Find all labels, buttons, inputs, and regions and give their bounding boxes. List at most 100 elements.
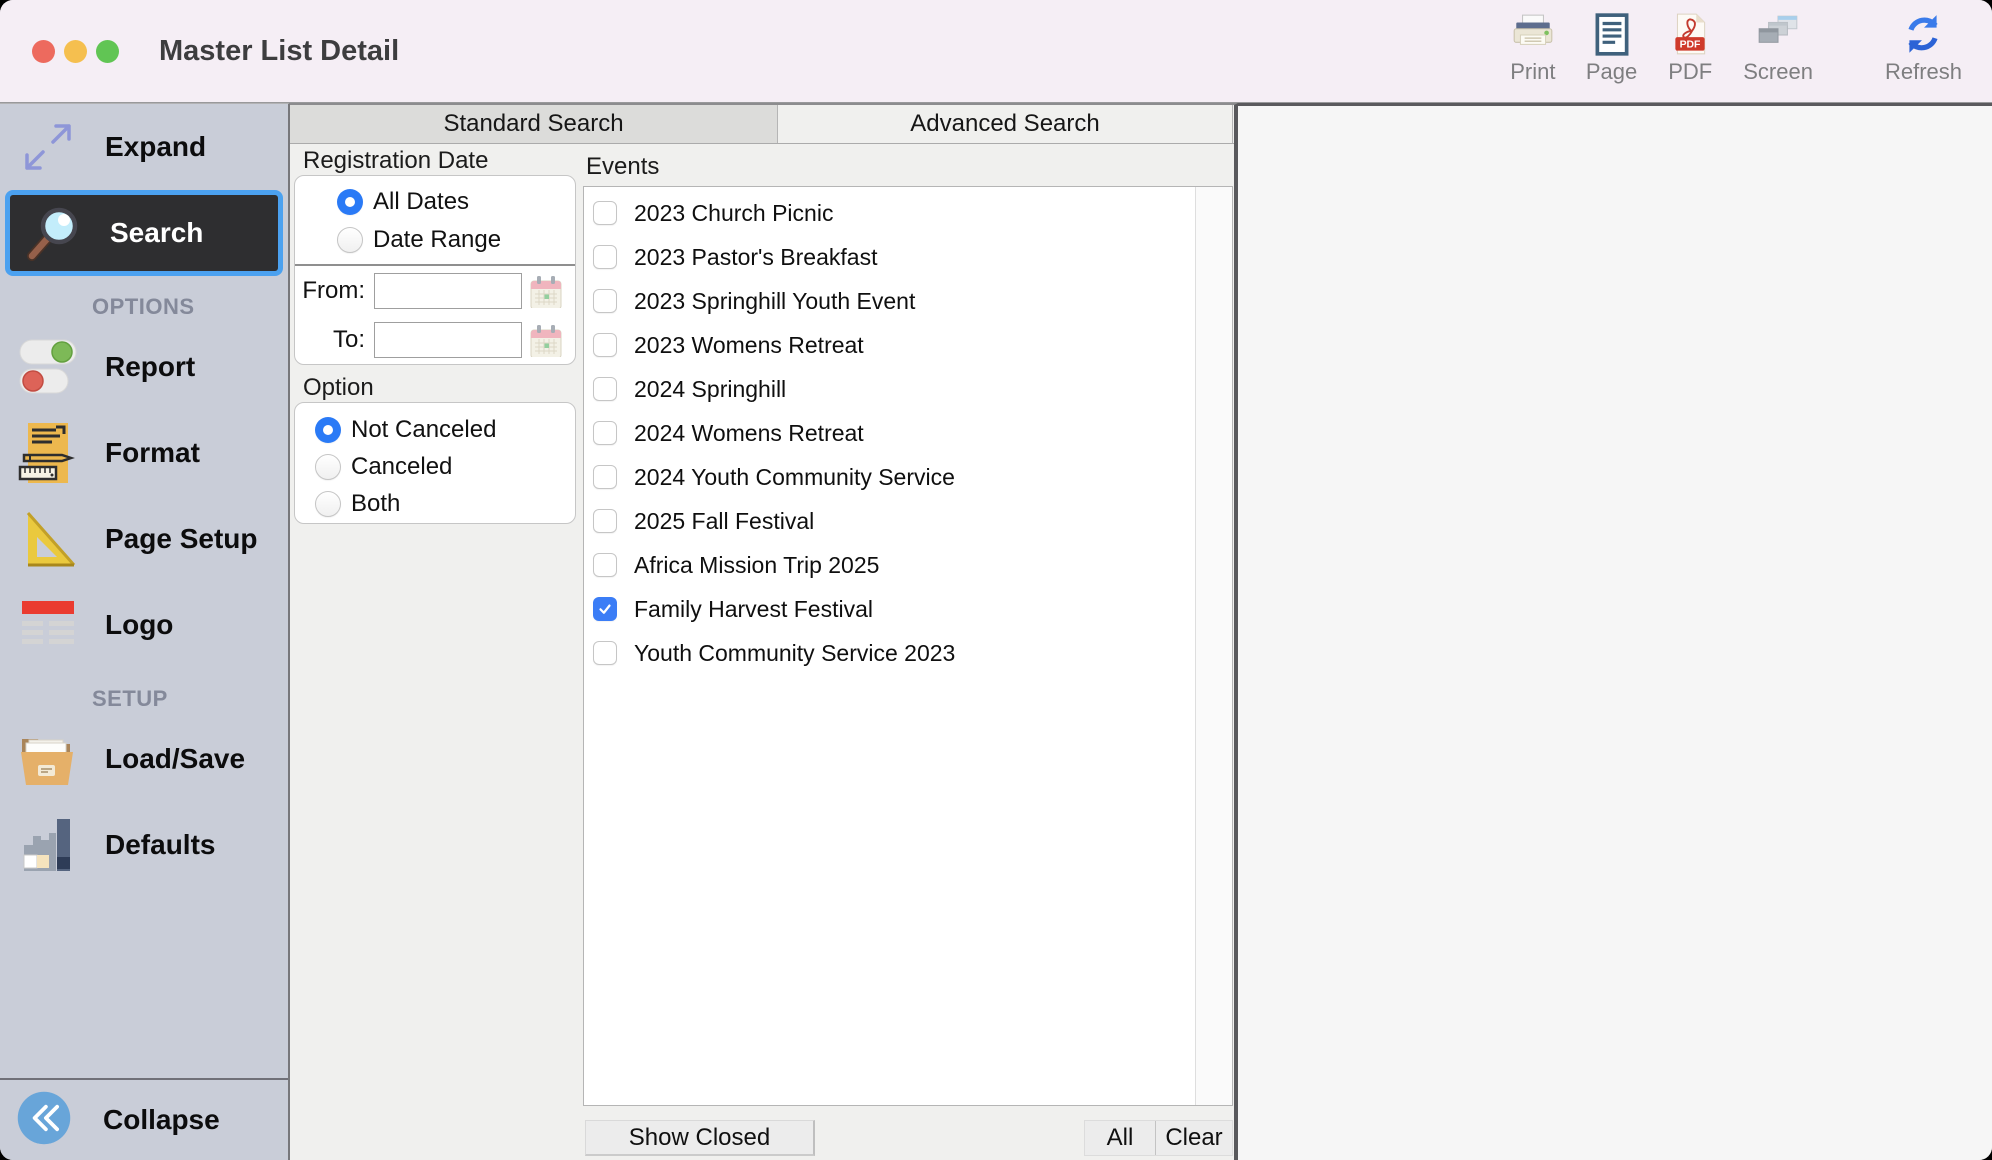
event-label: 2023 Womens Retreat [634, 332, 864, 359]
checkbox-2023-pastor-s-breakfast[interactable] [593, 245, 617, 269]
pdf-icon: PDF [1667, 12, 1713, 58]
event-label: 2024 Springhill [634, 376, 786, 403]
results-panel [1238, 103, 1992, 1160]
checkbox-2024-youth-community-service[interactable] [593, 465, 617, 489]
window-title: Master List Detail [159, 35, 399, 68]
tab-advanced-search[interactable]: Advanced Search [778, 105, 1233, 143]
checkbox-2023-springhill-youth-event[interactable] [593, 289, 617, 313]
radio-label: Canceled [351, 453, 452, 481]
event-row-2024-youth-community-service[interactable]: 2024 Youth Community Service [584, 455, 1232, 499]
titlebar: Master List Detail Print Page PDF PDF Sc… [0, 0, 1992, 103]
checkbox-family-harvest-festival[interactable] [593, 597, 617, 621]
registration-date-group: All Dates Date Range From: To: [294, 175, 576, 365]
radio-row-date-range[interactable]: Date Range [295, 221, 575, 259]
event-row-2023-pastor-s-breakfast[interactable]: 2023 Pastor's Breakfast [584, 235, 1232, 279]
sidebar-item-label: Load/Save [105, 743, 245, 775]
checkbox-2025-fall-festival[interactable] [593, 509, 617, 533]
sidebar-item-logo[interactable]: Logo [0, 582, 288, 668]
checkbox-africa-mission-trip-2025[interactable] [593, 553, 617, 577]
events-scrollbar[interactable] [1195, 187, 1232, 1105]
search-panel: Standard Search Advanced Search Registra… [290, 103, 1238, 1160]
window-zoom-button[interactable] [96, 40, 119, 63]
toolbar-button-screen[interactable]: Screen [1743, 12, 1813, 85]
sidebar-section-options: OPTIONS [0, 276, 288, 324]
event-row-africa-mission-trip-2025[interactable]: Africa Mission Trip 2025 [584, 543, 1232, 587]
event-row-2023-womens-retreat[interactable]: 2023 Womens Retreat [584, 323, 1232, 367]
sidebar-item-page-setup[interactable]: Page Setup [0, 496, 288, 582]
event-row-youth-community-service-2023[interactable]: Youth Community Service 2023 [584, 631, 1232, 675]
sidebar-item-search[interactable]: Search [5, 190, 283, 276]
from-date-input[interactable] [374, 273, 522, 309]
from-date-row: From: [295, 266, 575, 315]
from-label: From: [301, 277, 365, 305]
toolbar-button-page[interactable]: Page [1586, 12, 1637, 85]
option-radios: Not Canceled Canceled Both [295, 411, 575, 522]
window-close-button[interactable] [32, 40, 55, 63]
toolbar-button-print[interactable]: Print [1510, 12, 1556, 85]
checkbox-2023-womens-retreat[interactable] [593, 333, 617, 357]
events-actions: Show Closed All Clear [583, 1120, 1233, 1156]
checkbox-2024-womens-retreat[interactable] [593, 421, 617, 445]
radio-all-dates[interactable] [337, 189, 363, 215]
checkbox-2024-springhill[interactable] [593, 377, 617, 401]
event-row-2024-springhill[interactable]: 2024 Springhill [584, 367, 1232, 411]
sidebar-item-defaults[interactable]: Defaults [0, 802, 288, 888]
radio-not-canceled[interactable] [315, 417, 341, 443]
defaults-icon [16, 813, 80, 877]
sidebar-item-load-save[interactable]: Load/Save [0, 716, 288, 802]
window-minimize-button[interactable] [64, 40, 87, 63]
screen-icon [1755, 12, 1801, 58]
sidebar-item-report[interactable]: Report [0, 324, 288, 410]
sidebar-item-collapse[interactable]: Collapse [0, 1078, 288, 1160]
tab-standard-search[interactable]: Standard Search [290, 105, 778, 143]
toolbar-button-label: Print [1510, 59, 1555, 85]
event-label: 2025 Fall Festival [634, 508, 814, 535]
radio-date-range[interactable] [337, 227, 363, 253]
event-row-2025-fall-festival[interactable]: 2025 Fall Festival [584, 499, 1232, 543]
radio-canceled[interactable] [315, 454, 341, 480]
clear-selection-button[interactable]: Clear [1155, 1121, 1232, 1155]
sidebar: Expand Search OPTIONS Report Format Page… [0, 103, 290, 1160]
toolbar-button-refresh[interactable]: Refresh [1885, 12, 1962, 85]
radio-row-not-canceled[interactable]: Not Canceled [295, 411, 575, 448]
print-icon [1510, 12, 1556, 58]
event-row-2024-womens-retreat[interactable]: 2024 Womens Retreat [584, 411, 1232, 455]
search-icon [21, 201, 85, 265]
checkbox-youth-community-service-2023[interactable] [593, 641, 617, 665]
event-label: Youth Community Service 2023 [634, 640, 955, 667]
show-closed-button[interactable]: Show Closed [585, 1120, 815, 1156]
calendar-icon[interactable] [529, 323, 563, 357]
sidebar-spacer [0, 888, 288, 1078]
sidebar-item-format[interactable]: Format [0, 410, 288, 496]
tabbar: Standard Search Advanced Search [290, 105, 1234, 144]
option-group: Not Canceled Canceled Both [294, 402, 576, 524]
select-buttons: All Clear [1084, 1120, 1233, 1156]
report-icon [16, 335, 80, 399]
sidebar-item-label: Defaults [105, 829, 215, 861]
event-row-2023-springhill-youth-event[interactable]: 2023 Springhill Youth Event [584, 279, 1232, 323]
event-label: Family Harvest Festival [634, 596, 873, 623]
toolbar-button-pdf[interactable]: PDF PDF [1667, 12, 1713, 85]
traffic-lights [32, 40, 119, 63]
event-label: Africa Mission Trip 2025 [634, 552, 879, 579]
event-row-2023-church-picnic[interactable]: 2023 Church Picnic [584, 191, 1232, 235]
radio-label: Date Range [373, 226, 501, 254]
checkbox-2023-church-picnic[interactable] [593, 201, 617, 225]
toolbar: Print Page PDF PDF Screen Refresh [1510, 12, 1962, 85]
event-row-family-harvest-festival[interactable]: Family Harvest Festival [584, 587, 1232, 631]
sidebar-item-label: Format [105, 437, 200, 469]
radio-label: Not Canceled [351, 416, 496, 444]
radio-row-both[interactable]: Both [295, 485, 575, 522]
to-date-input[interactable] [374, 322, 522, 358]
radio-row-canceled[interactable]: Canceled [295, 448, 575, 485]
radio-both[interactable] [315, 491, 341, 517]
app-window: Master List Detail Print Page PDF PDF Sc… [0, 0, 1992, 1160]
window-content: Expand Search OPTIONS Report Format Page… [0, 103, 1992, 1160]
sidebar-item-label: Page Setup [105, 523, 257, 555]
select-all-button[interactable]: All [1085, 1121, 1155, 1155]
events-list: 2023 Church Picnic 2023 Pastor's Breakfa… [583, 186, 1233, 1106]
radio-row-all-dates[interactable]: All Dates [295, 183, 575, 221]
calendar-icon[interactable] [529, 274, 563, 308]
sidebar-item-expand[interactable]: Expand [0, 104, 288, 190]
registration-date-radios: All Dates Date Range [295, 183, 575, 259]
